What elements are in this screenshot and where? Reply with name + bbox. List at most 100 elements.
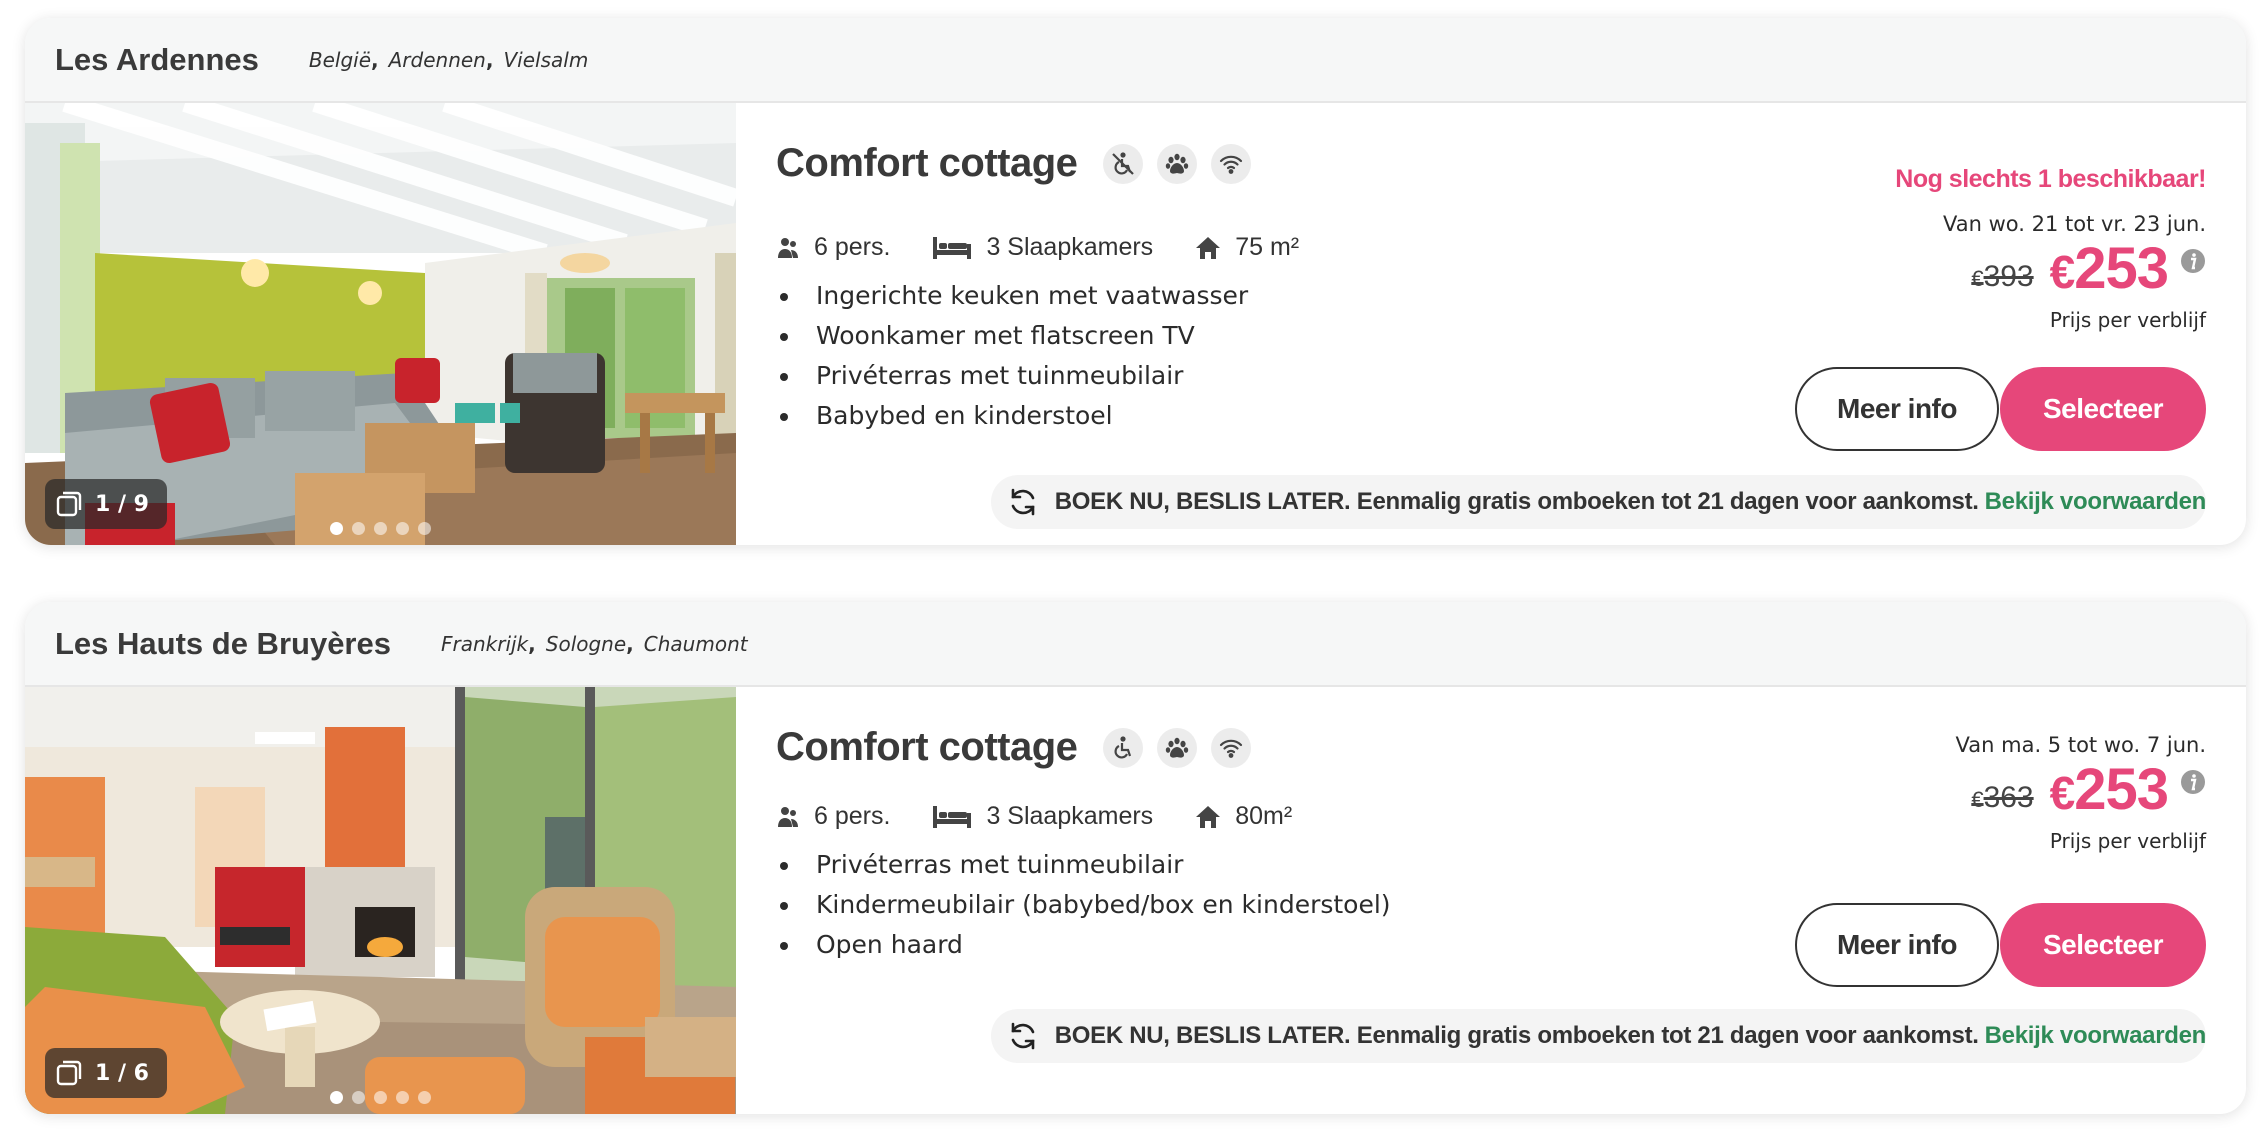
specs-row: 6 pers. 3 Slaapkamers 75 m² xyxy=(776,233,1341,262)
feature-item: Privéterras met tuinmeubilair xyxy=(802,845,1391,885)
location-country: België xyxy=(308,47,372,72)
feature-list: Privéterras met tuinmeubilair Kindermeub… xyxy=(776,845,1391,965)
carousel-dot[interactable] xyxy=(418,1091,431,1104)
carousel-dots xyxy=(330,1091,431,1104)
wifi-icon xyxy=(1211,143,1252,184)
no-wheelchair-icon xyxy=(1103,143,1144,184)
location-city: Vielsalm xyxy=(503,47,589,72)
more-info-button[interactable]: Meer info xyxy=(1795,903,1999,987)
feature-item: Kindermeubilair (babybed/box en kinderst… xyxy=(802,885,1391,925)
feature-list: Ingerichte keuken met vaatwasser Woonkam… xyxy=(776,276,1248,436)
price-box: Nog slechts 1 beschikbaar! Van wo. 21 to… xyxy=(1895,165,2206,332)
carousel-dot[interactable] xyxy=(374,522,387,535)
specs-row: 6 pers. 3 Slaapkamers 80m² xyxy=(776,802,1334,831)
spec-area: 75 m² xyxy=(1195,233,1299,262)
carousel-dot[interactable] xyxy=(418,522,431,535)
wifi-icon xyxy=(1211,727,1252,768)
refresh-icon xyxy=(1011,1022,1035,1050)
booking-notice-text: BOEK NU, BESLIS LATER. Eenmalig gratis o… xyxy=(1054,488,1979,515)
spec-area: 80m² xyxy=(1195,802,1292,831)
pet-paw-icon xyxy=(1157,727,1198,768)
gallery-icon xyxy=(56,1060,82,1086)
location-country: Frankrijk xyxy=(440,631,529,656)
house-icon xyxy=(1196,236,1221,259)
price-row: €393 €253 xyxy=(1895,240,2206,304)
persons-icon xyxy=(778,806,798,827)
listing-card: Les Hauts de Bruyères Frankrijk, Sologne,… xyxy=(25,602,2246,1114)
spec-persons: 6 pers. xyxy=(776,802,890,831)
bed-icon xyxy=(933,805,972,828)
listing-content: Comfort cottage xyxy=(736,687,2246,1114)
carousel-dots xyxy=(330,522,431,535)
spec-bedrooms: 3 Slaapkamers xyxy=(932,233,1153,262)
photo-gallery[interactable]: 1 / 6 xyxy=(25,687,736,1114)
location-city: Chaumont xyxy=(643,631,748,656)
bed-icon xyxy=(933,236,972,259)
accommodation-title[interactable]: Comfort cottage xyxy=(776,725,1078,770)
spec-persons: 6 pers. xyxy=(776,233,890,262)
photo-counter-text: 1 / 6 xyxy=(95,1060,149,1086)
location-breadcrumb: België, Ardennen, Vielsalm xyxy=(308,47,589,72)
carousel-dot[interactable] xyxy=(330,1091,343,1104)
carousel-dot[interactable] xyxy=(396,522,409,535)
price-box: Van ma. 5 tot wo. 7 jun. €363 €253 Prijs… xyxy=(1956,715,2206,853)
info-icon[interactable] xyxy=(2180,769,2206,795)
house-icon xyxy=(1196,805,1221,828)
bedrooms-value: 3 Slaapkamers xyxy=(986,233,1154,261)
carousel-dot[interactable] xyxy=(352,1091,365,1104)
old-price: €393 xyxy=(1971,260,2034,293)
photo-counter: 1 / 6 xyxy=(45,1048,167,1098)
terms-link[interactable]: Bekijk voorwaarden xyxy=(1985,1022,2207,1050)
persons-value: 6 pers. xyxy=(814,233,891,261)
availability-notice: Nog slechts 1 beschikbaar! xyxy=(1895,165,2206,193)
spec-bedrooms: 3 Slaapkamers xyxy=(932,802,1153,831)
area-value: 80m² xyxy=(1235,802,1293,830)
feature-item: Babybed en kinderstoel xyxy=(802,396,1248,436)
photo-gallery[interactable]: 1 / 9 xyxy=(25,103,736,545)
select-button[interactable]: Selecteer xyxy=(2000,367,2206,451)
select-button[interactable]: Selecteer xyxy=(2000,903,2206,987)
listing-card: Les Ardennes België,Ardennen,Vielsalm xyxy=(25,18,2246,545)
info-icon[interactable] xyxy=(2180,248,2206,274)
bedrooms-value: 3 Slaapkamers xyxy=(986,802,1154,830)
area-value: 75 m² xyxy=(1235,233,1300,261)
gallery-icon xyxy=(56,491,82,517)
booking-notice-text: BOEK NU, BESLIS LATER. Eenmalig gratis o… xyxy=(1054,1022,1979,1049)
carousel-dot[interactable] xyxy=(374,1091,387,1104)
refresh-icon xyxy=(1011,488,1035,516)
price-note: Prijs per verblijf xyxy=(2049,308,2206,332)
carousel-dot[interactable] xyxy=(352,522,365,535)
persons-value: 6 pers. xyxy=(814,802,891,830)
feature-item: Woonkamer met flatscreen TV xyxy=(802,316,1248,356)
new-price: €253 xyxy=(2049,236,2169,301)
carousel-dot[interactable] xyxy=(396,1091,409,1104)
location-region: Ardennen xyxy=(388,47,486,72)
photo-counter: 1 / 9 xyxy=(45,479,167,529)
feature-item: Open haard xyxy=(802,925,1391,965)
more-info-button[interactable]: Meer info xyxy=(1795,367,1999,451)
booking-notice: BOEK NU, BESLIS LATER. Eenmalig gratis o… xyxy=(990,475,2207,529)
stay-dates: Van ma. 5 tot wo. 7 jun. xyxy=(1955,733,2206,757)
park-name[interactable]: Les Hauts de Bruyères xyxy=(55,626,391,662)
price-note: Prijs per verblijf xyxy=(2049,829,2206,853)
accommodation-title[interactable]: Comfort cottage xyxy=(776,141,1078,186)
park-name[interactable]: Les Ardennes xyxy=(55,42,259,78)
pet-paw-icon xyxy=(1157,143,1198,184)
persons-icon xyxy=(778,237,798,258)
card-header: Les Ardennes België, Ardennen, Vielsalm xyxy=(25,18,2246,103)
title-row: Comfort cottage xyxy=(776,141,1265,186)
old-price: €363 xyxy=(1971,781,2034,814)
listing-content: Comfort cottage xyxy=(736,103,2246,545)
wheelchair-icon xyxy=(1103,727,1144,768)
photo-counter-text: 1 / 9 xyxy=(95,491,149,517)
location-region: Sologne xyxy=(545,631,627,656)
title-row: Comfort cottage xyxy=(776,725,1265,770)
price-row: €363 €253 xyxy=(1956,761,2206,825)
stay-dates: Van wo. 21 tot vr. 23 jun. xyxy=(1943,212,2206,236)
feature-item: Privéterras met tuinmeubilair xyxy=(802,356,1248,396)
new-price: €253 xyxy=(2049,757,2169,822)
terms-link[interactable]: Bekijk voorwaarden xyxy=(1985,488,2207,516)
booking-notice: BOEK NU, BESLIS LATER. Eenmalig gratis o… xyxy=(990,1009,2207,1063)
carousel-dot[interactable] xyxy=(330,522,343,535)
location-breadcrumb: Frankrijk, Sologne, Chaumont xyxy=(440,631,748,656)
